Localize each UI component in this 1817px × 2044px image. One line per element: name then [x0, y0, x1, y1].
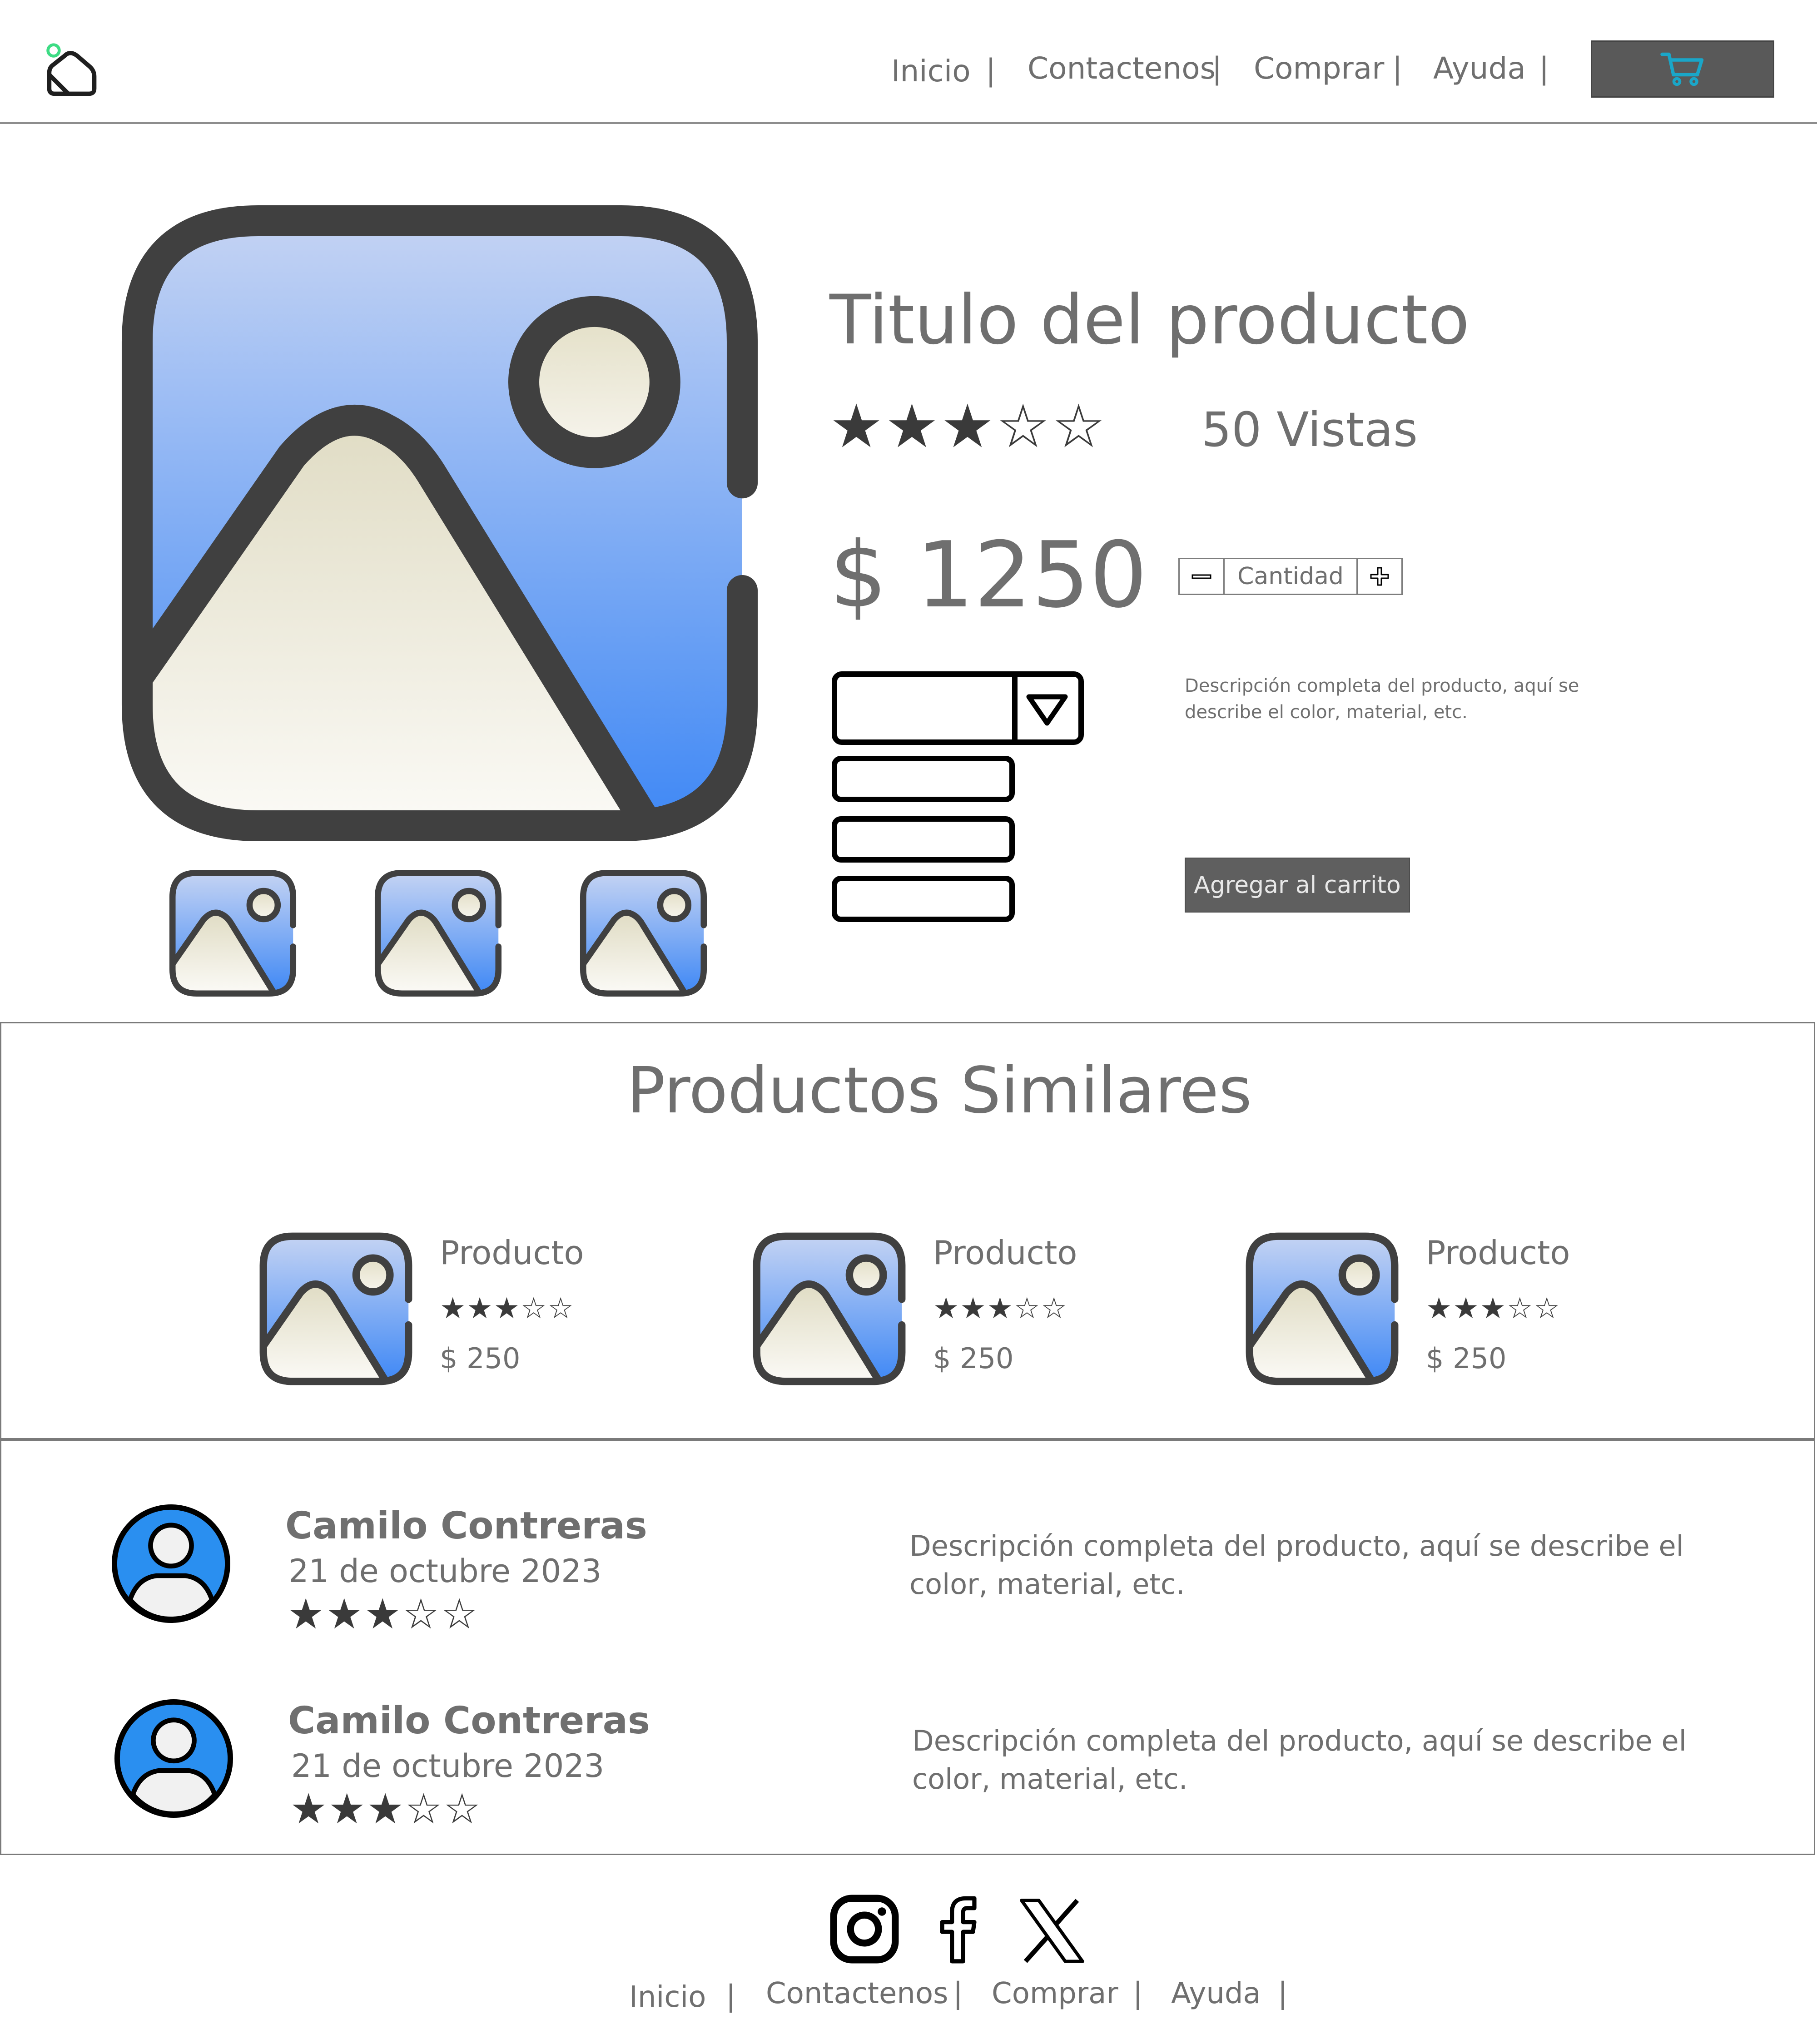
image-icon [576, 866, 710, 1000]
review-item: Camilo Contreras 21 de octubre 2023 ★★★☆… [112, 1694, 1747, 1844]
review-date: 21 de octubre 2023 [291, 1747, 605, 1785]
review-stars: ★★★☆☆ [290, 1785, 482, 1833]
review-text: Descripción completa del producto, aquí … [909, 1529, 1684, 1601]
similar-product-card[interactable]: Producto ★★★☆☆ $ 250 [255, 1228, 596, 1392]
review-date: 21 de octubre 2023 [288, 1553, 602, 1590]
image-icon [1241, 1228, 1403, 1389]
similar-product-stars: ★★★☆☆ [440, 1292, 575, 1325]
product-thumbnail[interactable] [371, 866, 505, 1000]
similar-product-stars: ★★★☆☆ [1426, 1292, 1561, 1325]
product-rating-stars: ★★★☆☆ [829, 392, 1107, 461]
site-logo[interactable] [43, 42, 101, 97]
footer-nav-inicio[interactable]: Inicio [629, 1980, 706, 2014]
product-views: 50 Vistas [1201, 402, 1418, 457]
minus-icon [1191, 574, 1211, 579]
similar-product-name: Producto [933, 1234, 1077, 1272]
facebook-link[interactable] [935, 1894, 980, 1964]
image-icon [104, 187, 776, 859]
increase-quantity-button[interactable] [1358, 559, 1401, 594]
product-price: $ 1250 [829, 522, 1147, 628]
add-to-cart-button[interactable]: Agregar al carrito [1185, 858, 1410, 913]
similar-products-title: Productos Similares [627, 1054, 1252, 1128]
nav-ayuda[interactable]: Ayuda [1433, 51, 1526, 86]
product-title: Titulo del producto [829, 281, 1470, 360]
instagram-icon [830, 1895, 899, 1964]
similar-product-price: $ 250 [933, 1342, 1014, 1375]
x-icon [1020, 1899, 1084, 1963]
similar-product-price: $ 250 [1426, 1342, 1507, 1375]
dropdown-option[interactable] [832, 876, 1015, 922]
logo-icon [46, 43, 97, 96]
review-text: Descripción completa del producto, aquí … [912, 1724, 1687, 1796]
similar-product-stars: ★★★☆☆ [933, 1292, 1068, 1325]
avatar-icon [114, 1698, 234, 1819]
footer-separator: | [1278, 1977, 1288, 2010]
reviewer-name: Camilo Contreras [288, 1699, 650, 1742]
chevron-down-icon [1026, 694, 1068, 726]
footer-nav-contactenos[interactable]: Contactenos [766, 1977, 948, 2010]
similar-product-price: $ 250 [440, 1342, 521, 1375]
variant-dropdown[interactable] [832, 671, 1084, 745]
instagram-link[interactable] [829, 1894, 899, 1964]
similar-product-name: Producto [1426, 1234, 1570, 1272]
image-icon [166, 866, 300, 1000]
quantity-stepper: Cantidad [1178, 558, 1403, 595]
footer-nav-comprar[interactable]: Comprar [992, 1977, 1118, 2010]
nav-comprar[interactable]: Comprar [1254, 51, 1384, 86]
footer-separator: | [953, 1977, 963, 2010]
dropdown-divider [1012, 677, 1018, 739]
product-thumbnail[interactable] [166, 866, 300, 1000]
nav-inicio[interactable]: Inicio [891, 54, 971, 89]
nav-separator: | [1539, 51, 1549, 86]
reviewer-name: Camilo Contreras [285, 1504, 647, 1548]
dropdown-option[interactable] [832, 756, 1015, 802]
footer-separator: | [726, 1980, 736, 2013]
dropdown-option[interactable] [832, 816, 1015, 863]
quantity-label: Cantidad [1223, 559, 1358, 594]
avatar-icon [111, 1503, 231, 1624]
footer-nav-ayuda[interactable]: Ayuda [1171, 1977, 1261, 2010]
product-description: Descripción completa del producto, aquí … [1185, 675, 1579, 723]
nav-separator: | [986, 53, 996, 88]
plus-icon [1370, 567, 1389, 586]
image-icon [255, 1228, 417, 1389]
similar-product-card[interactable]: Producto ★★★☆☆ $ 250 [1241, 1228, 1582, 1392]
nav-contactenos[interactable]: Contactenos [1028, 51, 1216, 86]
cart-icon [1660, 52, 1704, 86]
product-thumbnail[interactable] [576, 866, 710, 1000]
facebook-icon [940, 1896, 977, 1964]
header-divider [0, 122, 1817, 124]
x-link[interactable] [1019, 1898, 1085, 1964]
footer-separator: | [1133, 1977, 1143, 2010]
image-icon [371, 866, 505, 1000]
review-stars: ★★★☆☆ [287, 1590, 479, 1638]
cart-button[interactable] [1591, 40, 1774, 98]
decrease-quantity-button[interactable] [1180, 559, 1223, 594]
nav-separator: | [1212, 51, 1222, 86]
similar-product-card[interactable]: Producto ★★★☆☆ $ 250 [749, 1228, 1089, 1392]
image-icon [749, 1228, 910, 1389]
nav-separator: | [1392, 51, 1403, 86]
review-item: Camilo Contreras 21 de octubre 2023 ★★★☆… [109, 1499, 1744, 1649]
similar-product-name: Producto [440, 1234, 584, 1272]
product-main-image[interactable] [104, 187, 776, 859]
